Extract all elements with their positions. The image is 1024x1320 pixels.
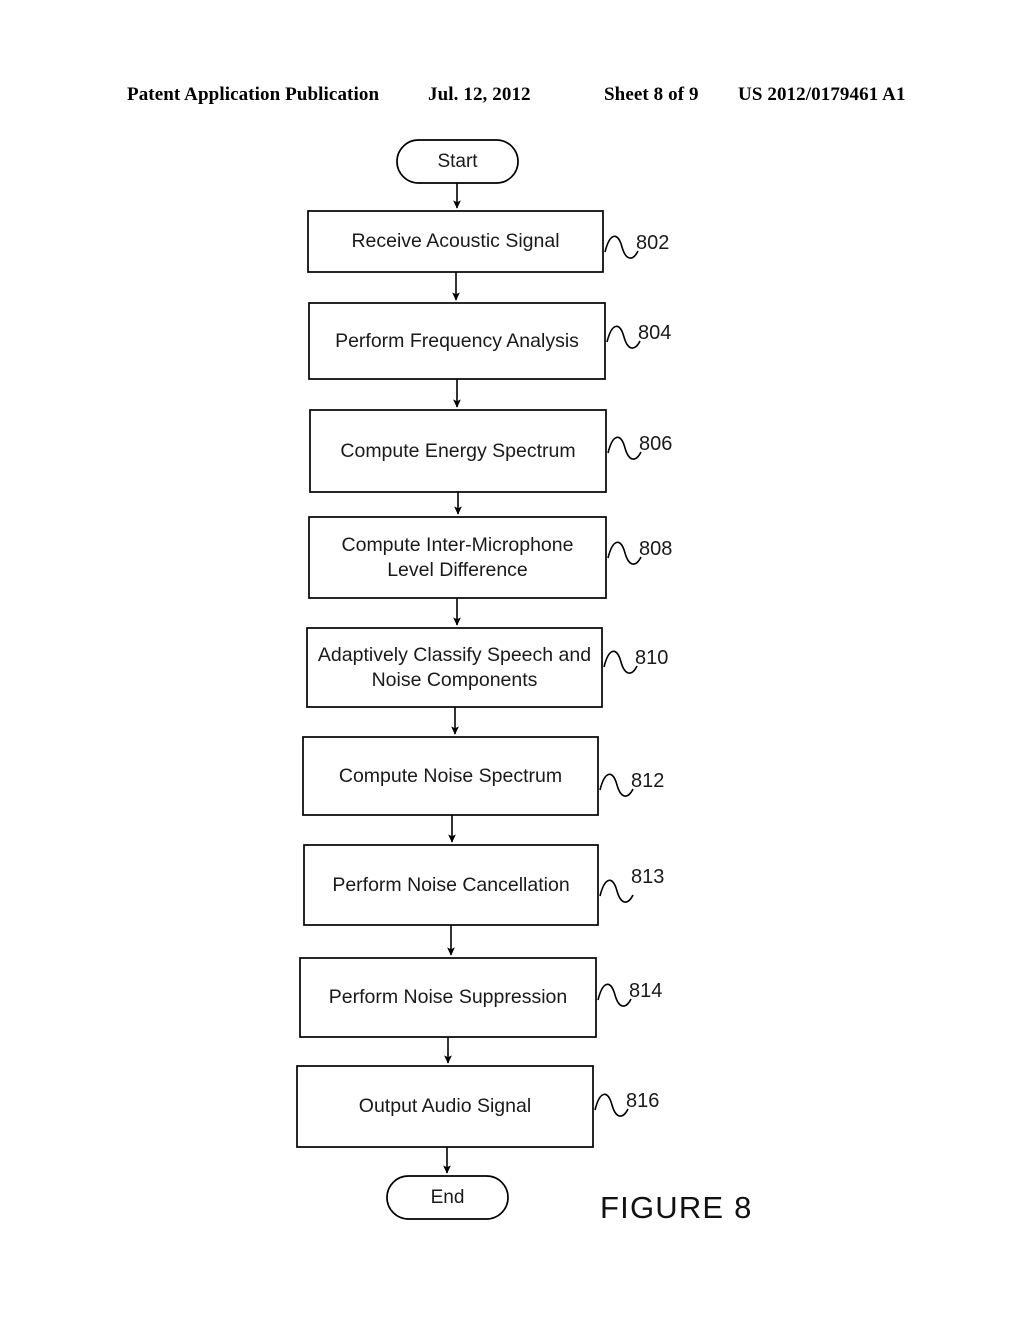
- leader-line-814: [597, 983, 632, 1007]
- reference-numeral-812: 812: [631, 770, 665, 792]
- step-box-802: [307, 210, 604, 273]
- end-terminal-shape: [386, 1175, 509, 1220]
- step-box-816: [296, 1065, 594, 1148]
- leader-line-806: [607, 436, 642, 460]
- reference-numeral-810: 810: [635, 647, 669, 669]
- leader-line-808: [607, 541, 642, 565]
- step-box-810: [306, 627, 603, 708]
- step-box-813: [303, 844, 599, 926]
- reference-numeral-816: 816: [626, 1090, 660, 1112]
- figure-caption: FIGURE 8: [600, 1190, 753, 1225]
- step-box-814: [299, 957, 597, 1038]
- reference-numeral-808: 808: [639, 538, 673, 560]
- reference-numeral-814: 814: [629, 980, 663, 1002]
- flowchart-diagram: Start End Receive Acoustic Signal Perfor…: [0, 0, 1024, 1320]
- step-box-804: [308, 302, 606, 380]
- step-box-808: [308, 516, 607, 599]
- leader-line-816: [594, 1093, 629, 1117]
- flowchart-svg: [296, 139, 642, 1220]
- leader-line-804: [606, 325, 641, 349]
- leader-line-813: [599, 879, 634, 903]
- reference-numeral-806: 806: [639, 433, 673, 455]
- start-terminal-shape: [396, 139, 519, 184]
- step-box-812: [302, 736, 599, 816]
- reference-numeral-802: 802: [636, 232, 670, 254]
- reference-numeral-804: 804: [638, 322, 672, 344]
- step-box-806: [309, 409, 607, 493]
- leader-line-802: [604, 235, 639, 259]
- leader-line-810: [603, 650, 638, 674]
- leader-line-812: [599, 773, 634, 797]
- reference-numeral-813: 813: [631, 866, 665, 888]
